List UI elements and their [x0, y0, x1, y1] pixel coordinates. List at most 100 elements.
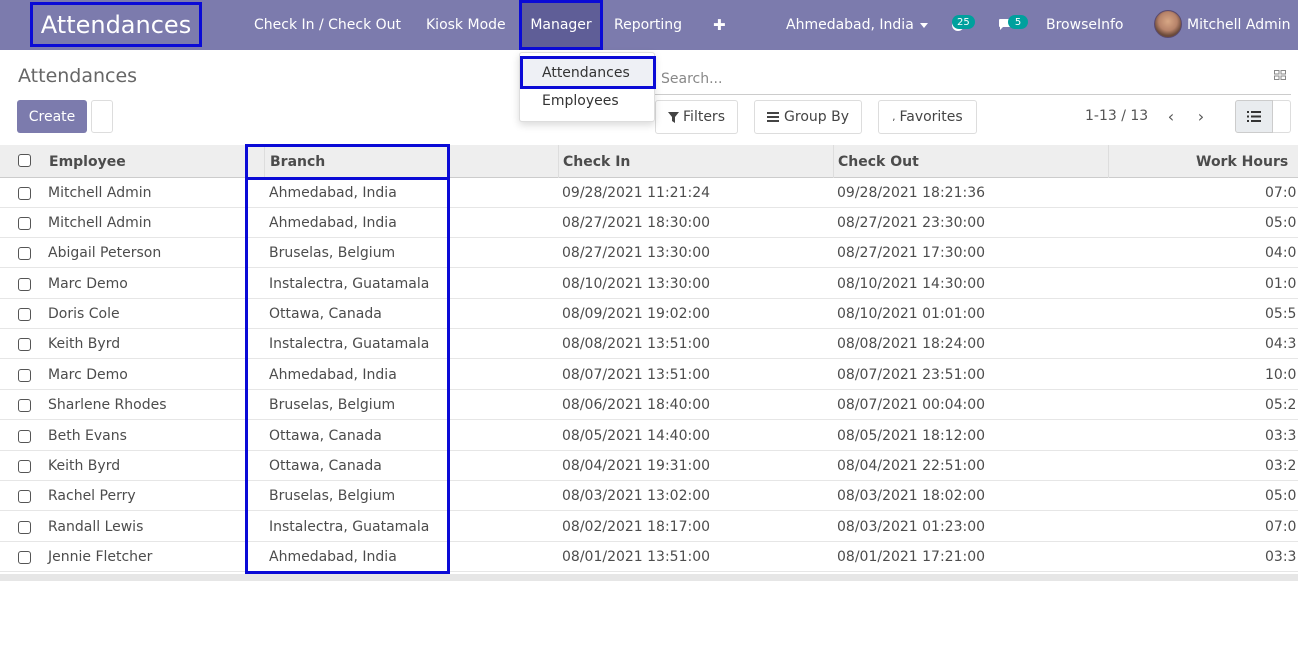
- menu-reporting[interactable]: Reporting: [614, 0, 682, 50]
- other-view-button[interactable]: [1273, 100, 1291, 133]
- cell-check-out: 09/28/2021 18:21:36: [837, 185, 986, 201]
- search-bar: [655, 62, 1291, 95]
- row-checkbox[interactable]: [18, 247, 31, 260]
- group-by-button[interactable]: Group By: [754, 100, 862, 134]
- pager-value[interactable]: 1-13 / 13: [1085, 108, 1148, 124]
- row-checkbox[interactable]: [18, 338, 31, 351]
- header-check-out[interactable]: Check Out: [838, 145, 919, 178]
- cell-work-hours: 01:0: [1265, 276, 1297, 292]
- pager-next-icon[interactable]: ›: [1190, 105, 1212, 127]
- cell-employee: Marc Demo: [48, 367, 128, 383]
- row-checkbox[interactable]: [18, 308, 31, 321]
- filters-button[interactable]: Filters: [655, 100, 738, 134]
- cell-check-in: 08/02/2021 18:17:00: [562, 519, 711, 535]
- row-checkbox[interactable]: [18, 490, 31, 503]
- header-work-hours[interactable]: Work Hours: [1196, 145, 1288, 178]
- cell-check-in: 09/28/2021 11:21:24: [562, 185, 711, 201]
- list-view-button[interactable]: [1235, 100, 1273, 133]
- row-checkbox[interactable]: [18, 430, 31, 443]
- group-by-label: Group By: [784, 109, 849, 125]
- caret-down-icon: [919, 22, 928, 28]
- row-checkbox[interactable]: [18, 399, 31, 412]
- cell-check-in: 08/06/2021 18:40:00: [562, 397, 711, 413]
- cell-work-hours: 03:2: [1265, 458, 1297, 474]
- cell-check-out: 08/07/2021 23:51:00: [837, 367, 986, 383]
- column-divider: [833, 145, 834, 178]
- table-row[interactable]: Sharlene Rhodes Bruselas, Belgium 08/06/…: [0, 390, 1298, 420]
- cell-check-in: 08/08/2021 13:51:00: [562, 336, 711, 352]
- table-row[interactable]: Beth Evans Ottawa, Canada 08/05/2021 14:…: [0, 421, 1298, 451]
- cell-branch: Ottawa, Canada: [269, 428, 382, 444]
- cell-check-in: 08/04/2021 19:31:00: [562, 458, 711, 474]
- header-employee[interactable]: Employee: [49, 145, 126, 178]
- cell-work-hours: 05:0: [1265, 488, 1297, 504]
- dropdown-item-attendances[interactable]: Attendances: [520, 56, 656, 89]
- app-title[interactable]: Attendances: [30, 2, 202, 47]
- header-check-in[interactable]: Check In: [563, 145, 630, 178]
- cell-employee: Marc Demo: [48, 276, 128, 292]
- favorites-button[interactable]: , Favorites: [878, 100, 977, 134]
- cell-branch: Instalectra, Guatamala: [269, 519, 430, 535]
- cell-check-in: 08/01/2021 13:51:00: [562, 549, 711, 565]
- cell-check-out: 08/08/2021 18:24:00: [837, 336, 986, 352]
- pager-previous-icon[interactable]: ‹: [1160, 105, 1182, 127]
- table-row[interactable]: Abigail Peterson Bruselas, Belgium 08/27…: [0, 238, 1298, 268]
- user-avatar[interactable]: [1154, 10, 1182, 38]
- table-row[interactable]: Doris Cole Ottawa, Canada 08/09/2021 19:…: [0, 299, 1298, 329]
- cell-check-out: 08/27/2021 17:30:00: [837, 245, 986, 261]
- plus-icon[interactable]: ✚: [713, 0, 726, 50]
- breadcrumb: Attendances: [18, 65, 138, 87]
- table-row[interactable]: Keith Byrd Ottawa, Canada 08/04/2021 19:…: [0, 451, 1298, 481]
- cell-work-hours: 10:0: [1265, 367, 1297, 383]
- column-divider: [264, 145, 265, 178]
- menu-kiosk-mode[interactable]: Kiosk Mode: [426, 0, 506, 50]
- row-checkbox[interactable]: [18, 278, 31, 291]
- table-row[interactable]: Randall Lewis Instalectra, Guatamala 08/…: [0, 512, 1298, 542]
- cell-check-out: 08/05/2021 18:12:00: [837, 428, 986, 444]
- cell-check-in: 08/10/2021 13:30:00: [562, 276, 711, 292]
- row-checkbox[interactable]: [18, 217, 31, 230]
- table-row[interactable]: Mitchell Admin Ahmedabad, India 09/28/20…: [0, 178, 1298, 208]
- row-checkbox[interactable]: [18, 460, 31, 473]
- cell-employee: Sharlene Rhodes: [48, 397, 167, 413]
- cell-work-hours: 05:0: [1265, 215, 1297, 231]
- cell-check-in: 08/09/2021 19:02:00: [562, 306, 711, 322]
- search-input[interactable]: [661, 68, 1251, 90]
- row-checkbox[interactable]: [18, 551, 31, 564]
- menu-check-in-out[interactable]: Check In / Check Out: [254, 0, 401, 50]
- company-switcher[interactable]: Ahmedabad, India: [786, 0, 928, 50]
- cell-employee: Beth Evans: [48, 428, 127, 444]
- user-menu[interactable]: Mitchell Admin: [1187, 0, 1291, 50]
- table-footer: [0, 574, 1298, 581]
- search-options-icon[interactable]: [1274, 70, 1286, 83]
- table-row[interactable]: Jennie Fletcher Ahmedabad, India 08/01/2…: [0, 542, 1298, 572]
- cell-branch: Ottawa, Canada: [269, 306, 382, 322]
- row-checkbox[interactable]: [18, 521, 31, 534]
- dropdown-item-employees[interactable]: Employees: [542, 93, 619, 109]
- header-branch[interactable]: Branch: [270, 145, 325, 178]
- select-all-checkbox[interactable]: [18, 154, 31, 167]
- cell-check-out: 08/04/2021 22:51:00: [837, 458, 986, 474]
- cell-branch: Instalectra, Guatamala: [269, 276, 430, 292]
- cell-check-out: 08/03/2021 18:02:00: [837, 488, 986, 504]
- cell-branch: Ahmedabad, India: [269, 367, 397, 383]
- create-button[interactable]: Create: [17, 100, 87, 133]
- table-row[interactable]: Keith Byrd Instalectra, Guatamala 08/08/…: [0, 329, 1298, 359]
- cell-branch: Bruselas, Belgium: [269, 245, 396, 261]
- favorites-label: Favorites: [899, 109, 963, 125]
- row-checkbox[interactable]: [18, 369, 31, 382]
- secondary-button[interactable]: [91, 100, 113, 133]
- cell-check-out: 08/03/2021 01:23:00: [837, 519, 986, 535]
- table-row[interactable]: Rachel Perry Bruselas, Belgium 08/03/202…: [0, 481, 1298, 511]
- cell-employee: Keith Byrd: [48, 336, 121, 352]
- row-checkbox[interactable]: [18, 187, 31, 200]
- table-row[interactable]: Marc Demo Ahmedabad, India 08/07/2021 13…: [0, 360, 1298, 390]
- cell-work-hours: 05:2: [1265, 397, 1297, 413]
- menu-manager[interactable]: Manager: [519, 0, 603, 50]
- cell-check-in: 08/05/2021 14:40:00: [562, 428, 711, 444]
- table-row[interactable]: Marc Demo Instalectra, Guatamala 08/10/2…: [0, 269, 1298, 299]
- table-row[interactable]: Mitchell Admin Ahmedabad, India 08/27/20…: [0, 208, 1298, 238]
- cell-employee: Mitchell Admin: [48, 185, 152, 201]
- company-name[interactable]: BrowseInfo: [1046, 0, 1123, 50]
- cell-employee: Abigail Peterson: [48, 245, 162, 261]
